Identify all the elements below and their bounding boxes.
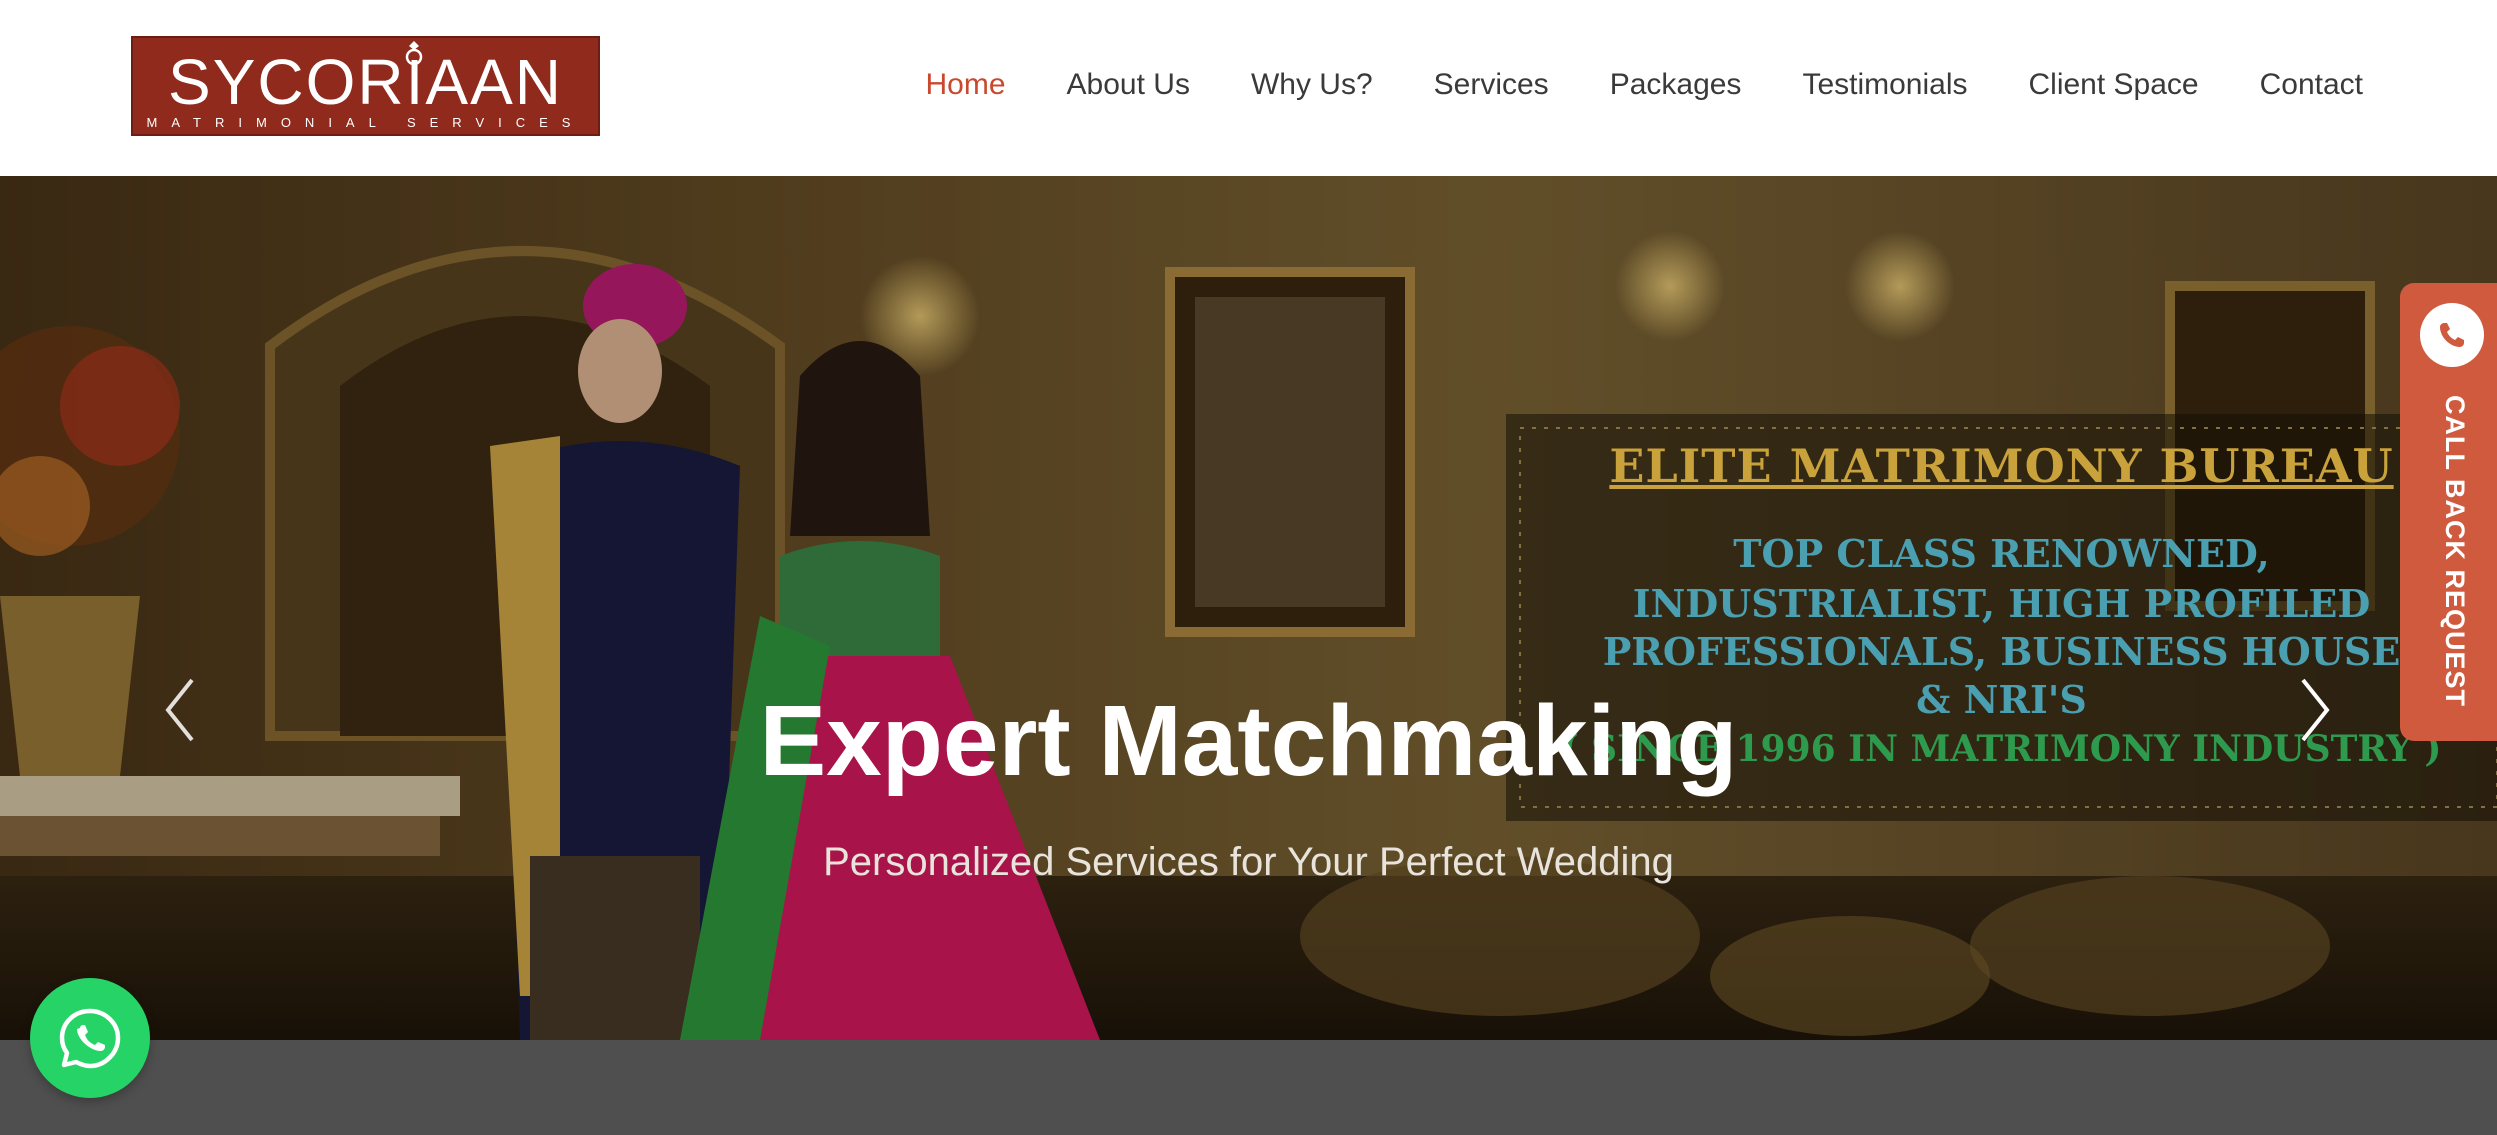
- phone-icon-badge: [2420, 303, 2484, 367]
- chevron-right-icon[interactable]: [2285, 660, 2345, 760]
- site-header: SYCORIAAN MATRIMONIAL SERVICES Home Abou…: [0, 0, 2497, 176]
- promo-heading: ELITE MATRIMONY BUREAU: [1609, 439, 2394, 493]
- site-logo[interactable]: SYCORIAAN MATRIMONIAL SERVICES: [131, 36, 600, 136]
- promo-line-1: TOP CLASS RENOWNED,: [1733, 531, 2270, 576]
- logo-tagline: MATRIMONIAL SERVICES: [146, 115, 585, 130]
- hero-slider: ELITE MATRIMONY BUREAU TOP CLASS RENOWNE…: [0, 176, 2497, 1040]
- nav-client-space[interactable]: Client Space: [2029, 64, 2199, 106]
- logo-wordmark: SYCORIAAN: [168, 46, 563, 118]
- phone-icon: [2440, 323, 2464, 347]
- nav-testimonials[interactable]: Testimonials: [1802, 64, 1967, 106]
- whatsapp-button[interactable]: [30, 978, 150, 1098]
- promo-line-3: PROFESSIONALS, BUSINESS HOUSE: [1602, 629, 2401, 674]
- nav-about-us[interactable]: About Us: [1067, 64, 1190, 106]
- whatsapp-icon: [59, 1008, 121, 1069]
- hero-title: Expert Matchmaking: [759, 685, 1738, 797]
- chevron-left-icon[interactable]: [150, 660, 210, 760]
- nav-services[interactable]: Services: [1434, 64, 1549, 106]
- call-back-request-tab[interactable]: CALL BACK REQUEST: [2400, 283, 2497, 741]
- nav-home[interactable]: Home: [926, 64, 1006, 106]
- nav-contact[interactable]: Contact: [2260, 64, 2363, 106]
- call-back-request-label: CALL BACK REQUEST: [2440, 394, 2470, 707]
- promo-line-2: INDUSTRIALIST, HIGH PROFILED: [1632, 581, 2371, 626]
- section-band: [0, 1040, 2497, 1135]
- nav-why-us[interactable]: Why Us?: [1251, 64, 1373, 106]
- main-navigation: Home About Us Why Us? Services Packages …: [865, 64, 2363, 106]
- hero-subtitle: Personalized Services for Your Perfect W…: [823, 840, 1674, 884]
- nav-packages[interactable]: Packages: [1610, 64, 1742, 106]
